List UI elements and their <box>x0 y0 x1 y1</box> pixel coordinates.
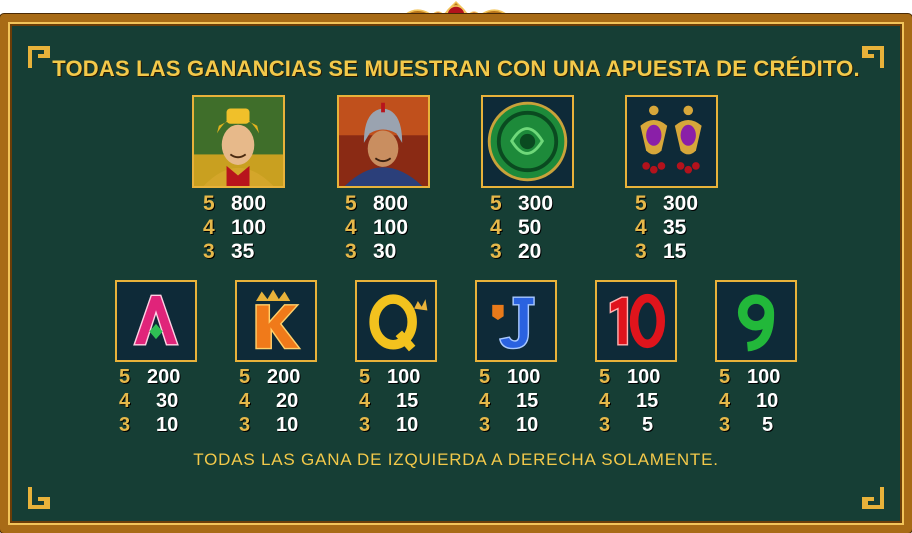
pay-row: 35 <box>599 414 654 436</box>
paytable-footer: TODAS LAS GANA DE IZQUIERDA A DERECHA SO… <box>193 450 719 469</box>
paytable-jade-coin: 5 300 4 50 3 20 <box>490 192 590 264</box>
corner-ornament-icon <box>862 487 884 509</box>
pay-row: 3 20 <box>490 240 542 263</box>
pay-row: 35 <box>719 414 774 436</box>
paytable-earrings: 5 300 4 35 3 15 <box>635 192 735 264</box>
pay-row: 5 100 <box>479 366 541 388</box>
pay-row: 3 10 <box>479 414 539 436</box>
paytable-header: TODAS LAS GANANCIAS SE MUESTRAN CON UNA … <box>52 56 860 81</box>
pay-row: 5 100 <box>599 366 661 388</box>
pay-row: 4 15 <box>359 390 419 412</box>
pay-row: 3 15 <box>635 240 687 263</box>
pay-row: 3 10 <box>359 414 419 436</box>
paytable-warrior: 5 800 4 100 3 30 <box>345 192 445 264</box>
pay-row: 3 10 <box>239 414 299 436</box>
pay-row: 4 20 <box>239 390 299 412</box>
pay-row: 3 10 <box>119 414 179 436</box>
paytable-ace: 5 200 4 30 3 10 <box>119 366 219 438</box>
paytable-jack: 5 100 4 15 3 10 <box>479 366 579 438</box>
pay-row: 4 35 <box>635 216 687 239</box>
queen-icon <box>355 280 437 362</box>
pay-row: 5 300 <box>635 192 699 215</box>
pay-row: 4 30 <box>119 390 179 412</box>
king-icon <box>235 280 317 362</box>
ten-icon <box>595 280 677 362</box>
pay-row: 4 50 <box>490 216 542 239</box>
pay-row: 5 800 <box>203 192 267 215</box>
pay-row: 3 30 <box>345 240 397 263</box>
pay-row: 5 100 <box>719 366 781 388</box>
paytable-queen: 5 100 4 15 3 10 <box>359 366 459 438</box>
corner-ornament-icon <box>28 487 50 509</box>
paytable-king: 5 200 4 20 3 10 <box>239 366 339 438</box>
pay-row: 5 100 <box>359 366 421 388</box>
jack-icon <box>475 280 557 362</box>
emperor-icon <box>192 95 285 188</box>
pay-row: 5 200 <box>119 366 181 388</box>
nine-icon <box>715 280 797 362</box>
pay-row: 4 100 <box>203 216 267 239</box>
ace-icon <box>115 280 197 362</box>
pay-row: 5 300 <box>490 192 554 215</box>
pay-row: 4 15 <box>479 390 539 412</box>
pay-row: 5 800 <box>345 192 409 215</box>
pay-row: 4 10 <box>719 390 779 412</box>
jade-coin-icon <box>481 95 574 188</box>
warrior-icon <box>337 95 430 188</box>
paytable-emperor: 5 800 4 100 3 35 <box>203 192 303 264</box>
pay-row: 4 100 <box>345 216 409 239</box>
earrings-icon <box>625 95 718 188</box>
pay-row: 3 35 <box>203 240 255 263</box>
pay-row: 4 15 <box>599 390 659 412</box>
paytable-nine: 5 100 4 10 35 <box>719 366 819 438</box>
pay-row: 5 200 <box>239 366 301 388</box>
paytable-ten: 5 100 4 15 35 <box>599 366 699 438</box>
